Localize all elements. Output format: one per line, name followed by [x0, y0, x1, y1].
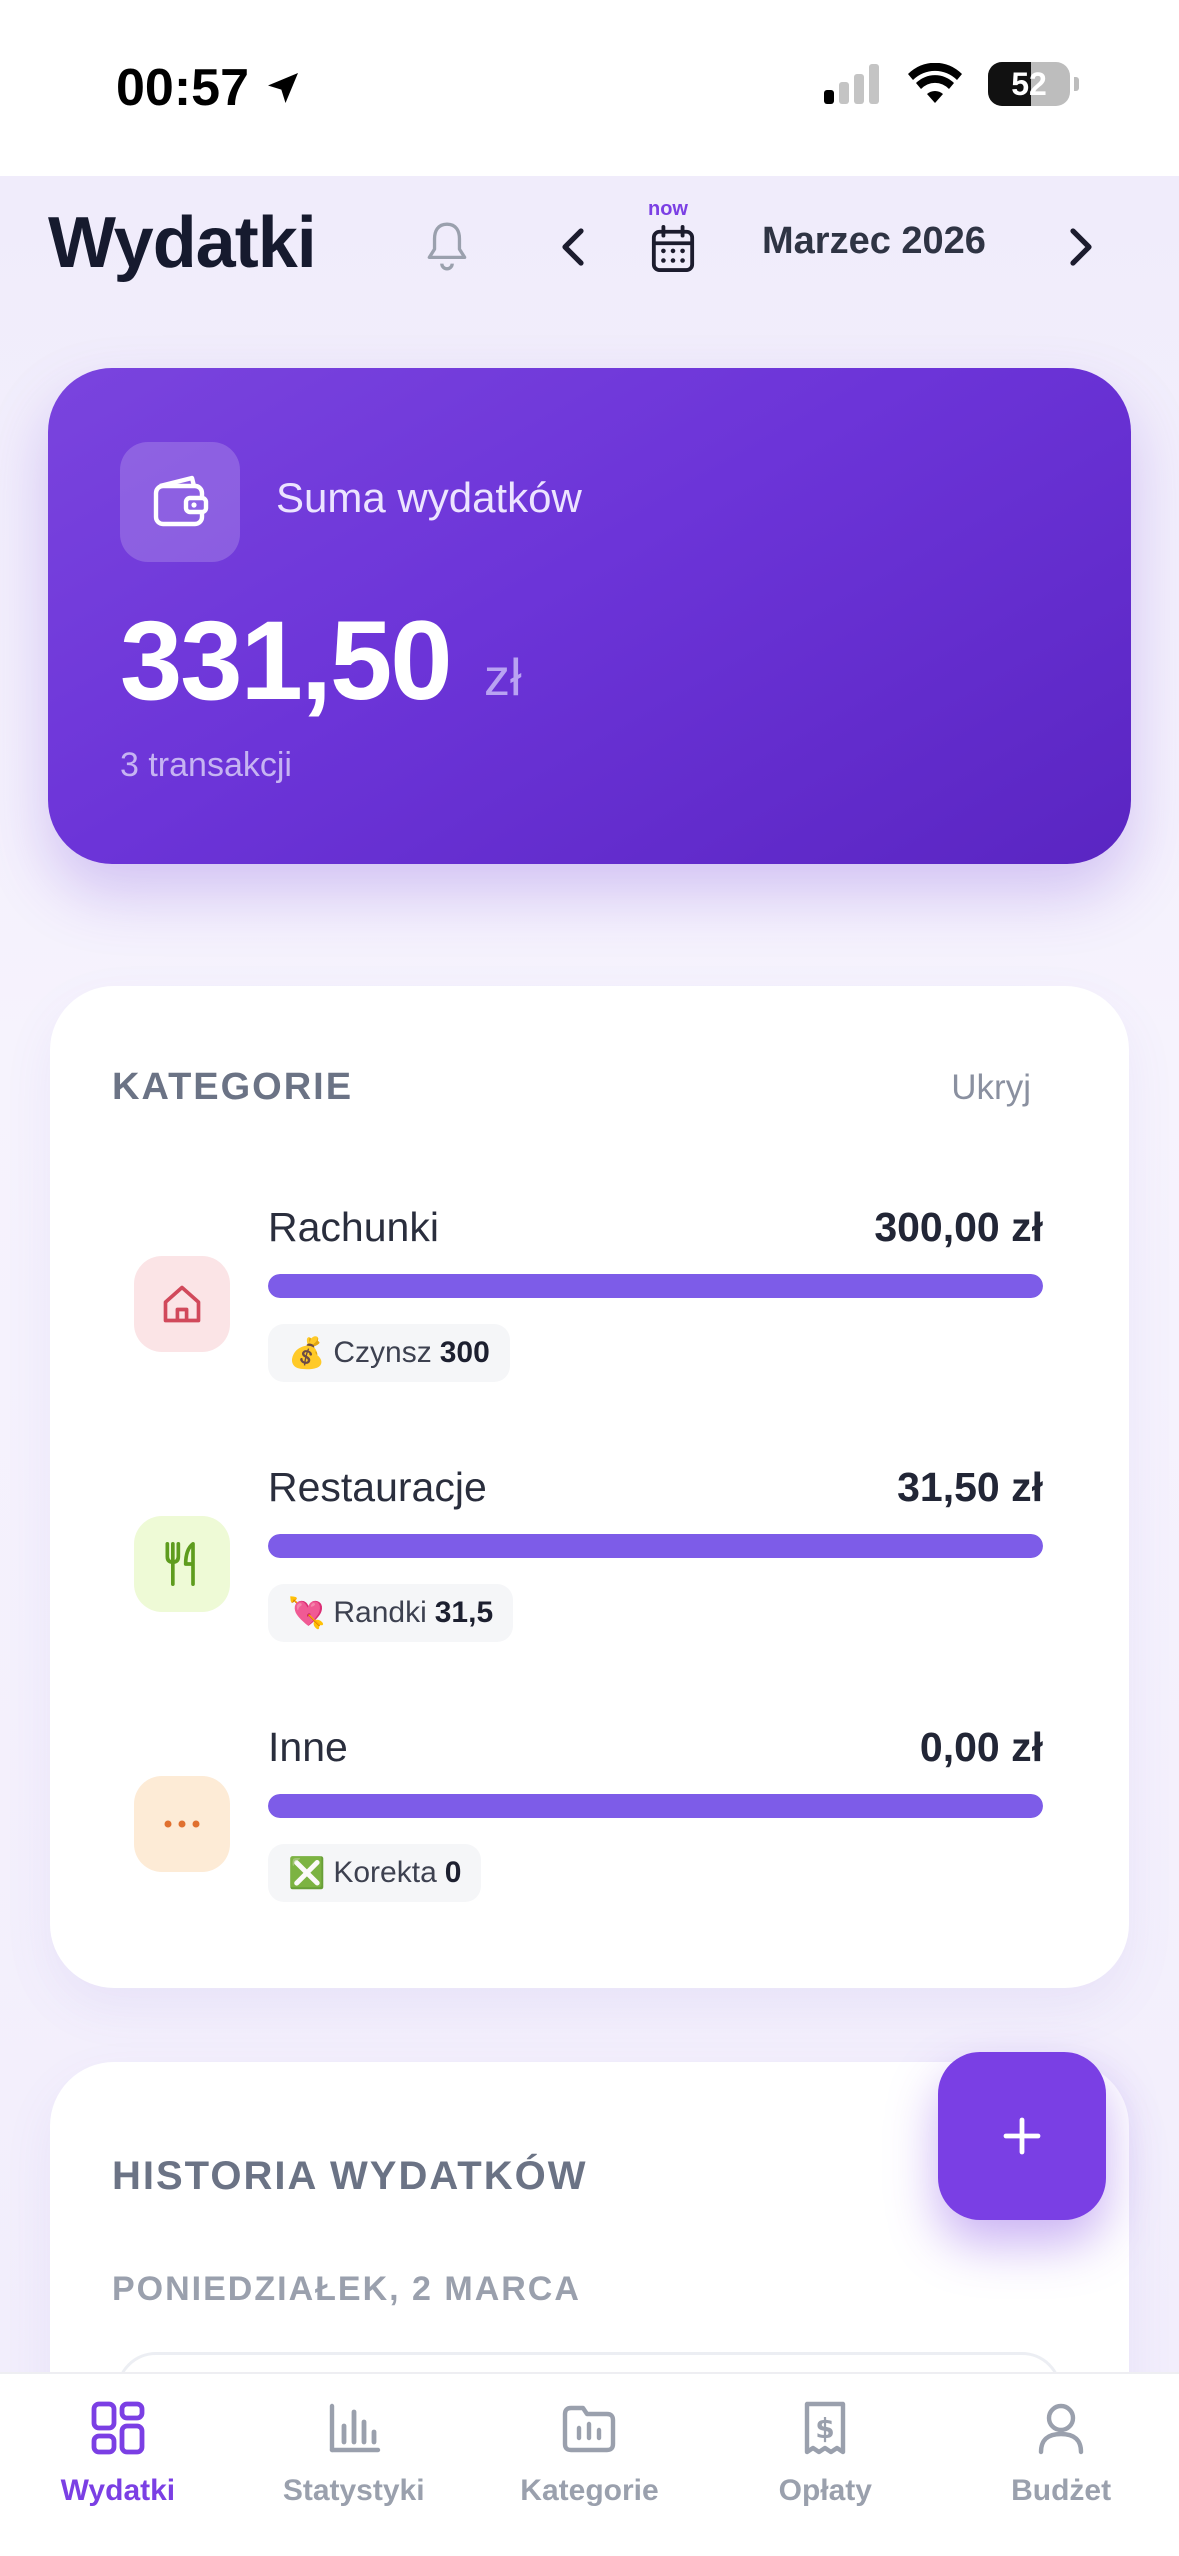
- nav-item-oplaty[interactable]: $ Opłaty: [707, 2374, 943, 2556]
- history-title: HISTORIA WYDATKÓW: [112, 2154, 588, 2198]
- history-date-heading: PONIEDZIAŁEK, 2 MARCA: [112, 2270, 581, 2308]
- calendar-icon[interactable]: [650, 224, 696, 274]
- subcategory-chip[interactable]: ❎ Korekta 0: [268, 1844, 482, 1902]
- category-name: Inne: [268, 1724, 348, 1770]
- folder-icon: [563, 2405, 616, 2453]
- category-name: Rachunki: [268, 1204, 439, 1250]
- battery-icon: 52: [988, 62, 1070, 106]
- now-label: now: [648, 198, 688, 220]
- bell-icon[interactable]: [422, 220, 472, 274]
- categories-card: KATEGORIE Ukryj Rachunki 300,00 zł 💰 Czy…: [50, 986, 1129, 1988]
- subcategory-name: Randki: [333, 1596, 427, 1629]
- home-icon: [163, 1285, 201, 1323]
- user-icon: [1038, 2403, 1084, 2455]
- cross-mark-icon: ❎: [288, 1856, 326, 1890]
- more-icon: [164, 1820, 200, 1828]
- svg-text:$: $: [816, 2412, 835, 2445]
- receipt-icon: $: [805, 2401, 846, 2455]
- chevron-right-icon: [1070, 228, 1092, 266]
- bottom-navigation: Wydatki Statystyki Kategorie $ Opłaty Bu…: [0, 2372, 1179, 2556]
- header: Wydatki now Marzec 2026: [0, 176, 1179, 316]
- utensils-icon: [165, 1542, 195, 1586]
- location-arrow-icon: [268, 73, 298, 103]
- total-currency: zł: [484, 649, 522, 707]
- nav-label: Budżet: [1011, 2474, 1112, 2507]
- category-progress: [268, 1534, 1043, 1558]
- next-month-button[interactable]: [1062, 222, 1102, 272]
- category-icon-box: [134, 1256, 230, 1352]
- plus-icon: [1003, 2117, 1041, 2155]
- category-progress-fill: [268, 1794, 1043, 1818]
- category-name: Restauracje: [268, 1464, 487, 1510]
- subcategory-value: 300: [439, 1336, 490, 1369]
- category-progress-fill: [268, 1534, 1043, 1558]
- nav-label: Wydatki: [60, 2474, 176, 2507]
- nav-item-kategorie[interactable]: Kategorie: [472, 2374, 708, 2556]
- category-icon-box: [134, 1516, 230, 1612]
- wallet-icon: [153, 475, 209, 527]
- nav-label: Statystyki: [282, 2474, 425, 2507]
- subcategory-name: Korekta: [333, 1856, 437, 1889]
- nav-item-statystyki[interactable]: Statystyki: [236, 2374, 472, 2556]
- grid-icon: [91, 2401, 145, 2455]
- battery-tip: [1074, 77, 1079, 91]
- status-indicators: 52: [824, 62, 1079, 106]
- nav-item-wydatki[interactable]: Wydatki: [0, 2374, 236, 2556]
- total-label: Suma wydatków: [276, 474, 582, 521]
- wallet-icon-box: [120, 442, 240, 562]
- category-icon-box: [134, 1776, 230, 1872]
- page-title: Wydatki: [48, 203, 317, 283]
- hide-categories-button[interactable]: Ukryj: [951, 1068, 1031, 1108]
- signal-icon: [824, 64, 879, 104]
- transaction-count: 3 transakcji: [120, 746, 292, 784]
- category-progress-fill: [268, 1274, 1043, 1298]
- wifi-icon: [908, 63, 962, 103]
- previous-month-button[interactable]: [552, 222, 592, 272]
- month-selector[interactable]: Marzec 2026: [762, 220, 986, 263]
- category-row-inne[interactable]: Inne 0,00 zł ❎ Korekta 0: [50, 1706, 1129, 1906]
- money-bag-icon: 💰: [288, 1336, 326, 1370]
- total-expenses-card: Suma wydatków 331,50 zł 3 transakcji: [48, 368, 1131, 864]
- add-expense-button[interactable]: [938, 2052, 1106, 2220]
- status-time: 00:57: [116, 58, 303, 118]
- categories-title: KATEGORIE: [112, 1066, 354, 1108]
- status-bar: 00:57 52: [0, 0, 1179, 176]
- category-progress: [268, 1794, 1043, 1818]
- bar-chart-icon: [329, 2403, 380, 2453]
- heart-arrow-icon: 💘: [288, 1596, 326, 1630]
- category-progress: [268, 1274, 1043, 1298]
- subcategory-name: Czynsz: [333, 1336, 432, 1369]
- nav-label: Opłaty: [778, 2474, 872, 2507]
- subcategory-value: 0: [444, 1856, 462, 1889]
- subcategory-chip[interactable]: 💰 Czynsz 300: [268, 1324, 510, 1382]
- total-amount: 331,50: [120, 598, 453, 723]
- subcategory-value: 31,5: [434, 1596, 494, 1629]
- subcategory-chip[interactable]: 💘 Randki 31,5: [268, 1584, 514, 1642]
- chevron-left-icon: [562, 228, 584, 266]
- nav-item-budzet[interactable]: Budżet: [943, 2374, 1179, 2556]
- category-row-restauracje[interactable]: Restauracje 31,50 zł 💘 Randki 31,5: [50, 1446, 1129, 1646]
- category-amount: 31,50 zł: [897, 1464, 1043, 1510]
- nav-label: Kategorie: [520, 2474, 659, 2507]
- category-row-rachunki[interactable]: Rachunki 300,00 zł 💰 Czynsz 300: [50, 1186, 1129, 1386]
- category-amount: 0,00 zł: [919, 1724, 1043, 1770]
- category-amount: 300,00 zł: [874, 1204, 1043, 1250]
